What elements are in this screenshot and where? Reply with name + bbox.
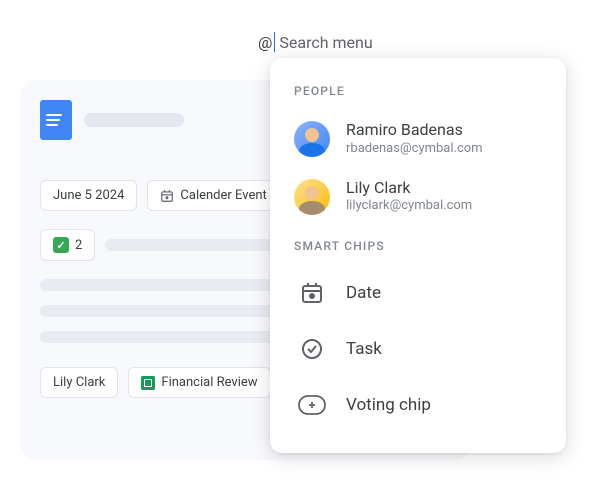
vote-count: 2: [75, 238, 82, 253]
smart-chip-date[interactable]: Date: [270, 265, 566, 321]
google-sheets-icon: [141, 376, 155, 390]
people-item-lily[interactable]: Lily Clark lilyclark@cymbal.com: [270, 168, 566, 226]
date-icon: [294, 275, 330, 311]
calendar-icon: [160, 189, 174, 203]
person-chip[interactable]: Lily Clark: [40, 367, 118, 398]
smart-chip-label: Task: [346, 339, 382, 359]
at-sign: @: [258, 33, 272, 52]
person-info: Ramiro Badenas rbadenas@cymbal.com: [346, 120, 483, 158]
smart-chips-section-label: SMART CHIPS: [270, 233, 566, 265]
date-chip[interactable]: June 5 2024: [40, 180, 137, 211]
person-email: rbadenas@cymbal.com: [346, 141, 483, 158]
smart-chip-voting[interactable]: Voting chip: [270, 377, 566, 433]
google-docs-icon: [40, 100, 72, 140]
person-name: Ramiro Badenas: [346, 120, 483, 141]
mention-search[interactable]: @ Search menu: [258, 32, 373, 52]
checkmark-icon: ✓: [53, 237, 69, 253]
text-cursor: [274, 32, 275, 52]
skeleton-line: [40, 331, 286, 343]
sheet-chip[interactable]: Financial Review: [128, 367, 270, 398]
title-placeholder: [84, 113, 184, 127]
smart-chip-label: Voting chip: [346, 395, 431, 415]
avatar: [294, 179, 330, 215]
sheet-chip-label: Financial Review: [161, 375, 257, 390]
avatar: [294, 121, 330, 157]
date-chip-label: June 5 2024: [53, 188, 124, 203]
calendar-chip-label: Calender Event: [180, 188, 266, 203]
mention-menu: PEOPLE Ramiro Badenas rbadenas@cymbal.co…: [270, 58, 566, 453]
task-icon: [294, 331, 330, 367]
person-email: lilyclark@cymbal.com: [346, 198, 472, 215]
smart-chip-label: Date: [346, 283, 381, 303]
vote-chip[interactable]: ✓ 2: [40, 229, 95, 261]
people-item-ramiro[interactable]: Ramiro Badenas rbadenas@cymbal.com: [270, 110, 566, 168]
person-info: Lily Clark lilyclark@cymbal.com: [346, 178, 472, 216]
person-chip-label: Lily Clark: [53, 375, 105, 390]
voting-chip-icon: [294, 387, 330, 423]
search-placeholder: Search menu: [279, 33, 372, 52]
smart-chip-task[interactable]: Task: [270, 321, 566, 377]
person-name: Lily Clark: [346, 178, 472, 199]
calendar-chip[interactable]: Calender Event: [147, 180, 279, 211]
people-section-label: PEOPLE: [270, 78, 566, 110]
